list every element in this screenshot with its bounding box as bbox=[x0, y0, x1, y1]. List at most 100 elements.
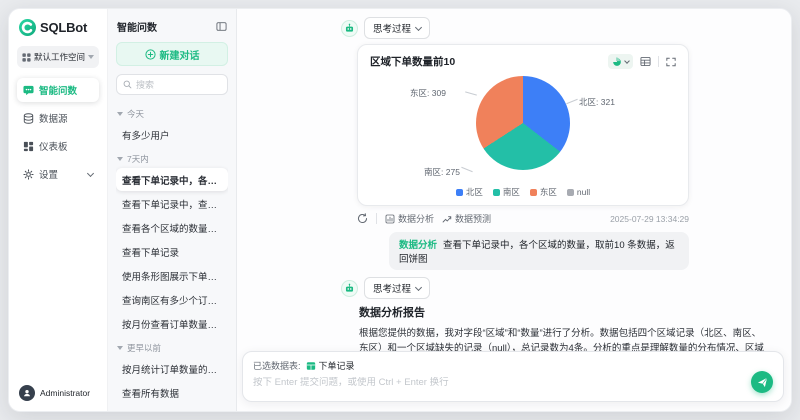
predict-icon bbox=[442, 215, 452, 222]
history-item[interactable]: 查看所有数据 bbox=[116, 381, 228, 401]
caret-down-icon bbox=[117, 157, 124, 161]
chevron-down-icon bbox=[414, 23, 423, 31]
sidebar-item-label: 智能问数 bbox=[39, 86, 78, 97]
legend-marker bbox=[529, 188, 537, 196]
question-input[interactable] bbox=[253, 377, 733, 388]
send-button[interactable] bbox=[751, 371, 773, 393]
pie-chart-icon bbox=[613, 56, 621, 66]
thinking-process-label: 思考过程 bbox=[373, 284, 412, 295]
search-box[interactable] bbox=[116, 74, 229, 95]
new-chat-button[interactable]: 新建对话 bbox=[116, 42, 229, 66]
search-input[interactable] bbox=[136, 79, 222, 90]
send-icon bbox=[757, 377, 767, 387]
chart-card: 区域下单数量前10 北区: 321 南区: 275 东区: 309 北区 南区 … bbox=[357, 44, 690, 206]
history-group-label[interactable]: 今天 bbox=[117, 108, 227, 120]
history-item[interactable]: 查看下单记录 bbox=[116, 240, 228, 263]
legend-marker bbox=[492, 188, 500, 196]
legend-marker bbox=[566, 188, 574, 196]
label-leader-line bbox=[566, 98, 578, 105]
user-message-bubble: 数据分析 查看下单记录中，各个区域的数量，取前10 条数据，返回饼图 bbox=[389, 232, 690, 270]
history-item[interactable]: 按月统计订单数量的环比增长率 bbox=[116, 357, 228, 380]
collapse-panel-icon[interactable] bbox=[216, 21, 227, 32]
legend-item[interactable]: 北区 bbox=[455, 186, 483, 198]
fullscreen-icon[interactable] bbox=[666, 57, 676, 67]
message-action-bar: 数据分析 数据预测 2025-07-29 13:34:29 bbox=[357, 212, 689, 225]
legend-label: 东区 bbox=[539, 187, 557, 197]
data-predict-button[interactable]: 数据预测 bbox=[442, 212, 491, 225]
history-group-label[interactable]: 7天内 bbox=[117, 153, 227, 165]
selected-table-chip[interactable]: 下单记录 bbox=[306, 359, 355, 372]
legend-label: 北区 bbox=[465, 187, 483, 197]
thinking-process-toggle[interactable]: 思考过程 bbox=[364, 17, 431, 39]
user-name: Administrator bbox=[40, 388, 91, 398]
history-item[interactable]: 查看下单记录中，各个区域的数量... bbox=[116, 168, 229, 191]
pie-label-south: 南区: 275 bbox=[424, 167, 460, 177]
refresh-icon bbox=[357, 213, 368, 224]
nav-menu: 智能问数 数据源 仪表板 设置 bbox=[17, 78, 100, 190]
app-logo: SQLBot bbox=[19, 19, 99, 36]
sidebar-item-label: 设置 bbox=[39, 170, 59, 181]
composer: 已选数据表: 下单记录 bbox=[242, 351, 784, 402]
workspace-name: 默认工作空间 bbox=[34, 52, 86, 62]
chart-toolbar bbox=[608, 54, 676, 69]
legend-item[interactable]: 南区 bbox=[492, 186, 520, 198]
thinking-process-label: 思考过程 bbox=[373, 24, 412, 35]
sidebar-item-smart-query[interactable]: 智能问数 bbox=[17, 78, 100, 102]
table-icon bbox=[306, 361, 315, 370]
selected-table-label: 已选数据表: bbox=[253, 361, 301, 371]
plus-circle-icon bbox=[144, 48, 156, 60]
pie-chart[interactable] bbox=[476, 76, 571, 170]
legend-item[interactable]: null bbox=[566, 186, 591, 198]
chevron-down-icon bbox=[86, 169, 95, 177]
user-avatar bbox=[19, 385, 35, 401]
user-profile[interactable]: Administrator bbox=[17, 383, 99, 403]
history-item[interactable]: 有多少用户 bbox=[116, 123, 228, 146]
label-leader-line bbox=[461, 166, 473, 173]
analysis-tag: 数据分析 bbox=[399, 240, 438, 251]
toolbar-divider bbox=[658, 56, 660, 67]
legend-item[interactable]: 东区 bbox=[529, 186, 557, 198]
sqlbot-logo-icon bbox=[19, 19, 36, 36]
data-predict-label: 数据预测 bbox=[455, 214, 492, 224]
selected-table-row: 已选数据表: 下单记录 bbox=[253, 359, 773, 372]
history-item[interactable]: 查看各个区域的数量，取前10 条数... bbox=[116, 216, 228, 239]
sidebar-item-settings[interactable]: 设置 bbox=[17, 162, 99, 186]
history-group-label[interactable]: 更早以前 bbox=[117, 342, 227, 354]
chart-type-switcher[interactable] bbox=[608, 54, 634, 69]
assistant-message: 思考过程 区域下单数量前10 北区: 321 南区: 275 东区: 309 北… bbox=[341, 17, 767, 225]
sidebar-item-dashboard[interactable]: 仪表板 bbox=[17, 134, 99, 158]
assistant-avatar bbox=[341, 279, 359, 297]
app-window: SQLBot 默认工作空间 智能问数 数据源 仪表板 设置 Administra… bbox=[8, 8, 792, 412]
pie-label-east: 东区: 309 bbox=[410, 88, 446, 98]
legend-marker bbox=[455, 188, 463, 196]
caret-down-icon bbox=[88, 55, 95, 59]
chat-icon bbox=[23, 85, 34, 96]
chart-legend: 北区 南区 东区 null bbox=[370, 186, 676, 198]
workspace-selector[interactable]: 默认工作空间 bbox=[17, 46, 100, 68]
history-item[interactable]: 查看下单记录中，查看各个区域的... bbox=[116, 192, 228, 215]
refresh-button[interactable] bbox=[357, 213, 368, 224]
sidebar-item-label: 数据源 bbox=[39, 114, 68, 125]
message-timestamp: 2025-07-29 13:34:29 bbox=[610, 213, 690, 224]
label-leader-line bbox=[465, 91, 477, 96]
app-title: SQLBot bbox=[40, 20, 88, 35]
legend-label: 南区 bbox=[502, 187, 520, 197]
data-analysis-label: 数据分析 bbox=[398, 214, 435, 224]
pie-chart-plot: 北区: 321 南区: 275 东区: 309 北区 南区 东区 null bbox=[370, 69, 676, 200]
history-item[interactable]: 按月份查看订单数量趋势，使用折... bbox=[116, 312, 228, 335]
data-analysis-button[interactable]: 数据分析 bbox=[385, 212, 434, 225]
chevron-down-icon bbox=[624, 57, 630, 64]
workspace-icon bbox=[22, 52, 31, 62]
toolbar-divider bbox=[376, 213, 378, 224]
chat-main: 思考过程 区域下单数量前10 北区: 321 南区: 275 东区: 309 北… bbox=[237, 9, 791, 411]
database-icon bbox=[23, 112, 34, 124]
sidebar-item-datasource[interactable]: 数据源 bbox=[17, 106, 99, 130]
caret-down-icon bbox=[117, 346, 124, 350]
thinking-process-toggle[interactable]: 思考过程 bbox=[364, 277, 431, 299]
legend-label: null bbox=[576, 187, 591, 197]
analysis-icon bbox=[385, 214, 395, 223]
selected-table-name: 下单记录 bbox=[318, 361, 355, 371]
data-table-view-icon[interactable] bbox=[640, 56, 651, 67]
history-item[interactable]: 查询南区有多少个订单数 bbox=[116, 288, 228, 311]
history-item[interactable]: 使用条形图展示下单量排名靠前的日... bbox=[116, 264, 228, 287]
